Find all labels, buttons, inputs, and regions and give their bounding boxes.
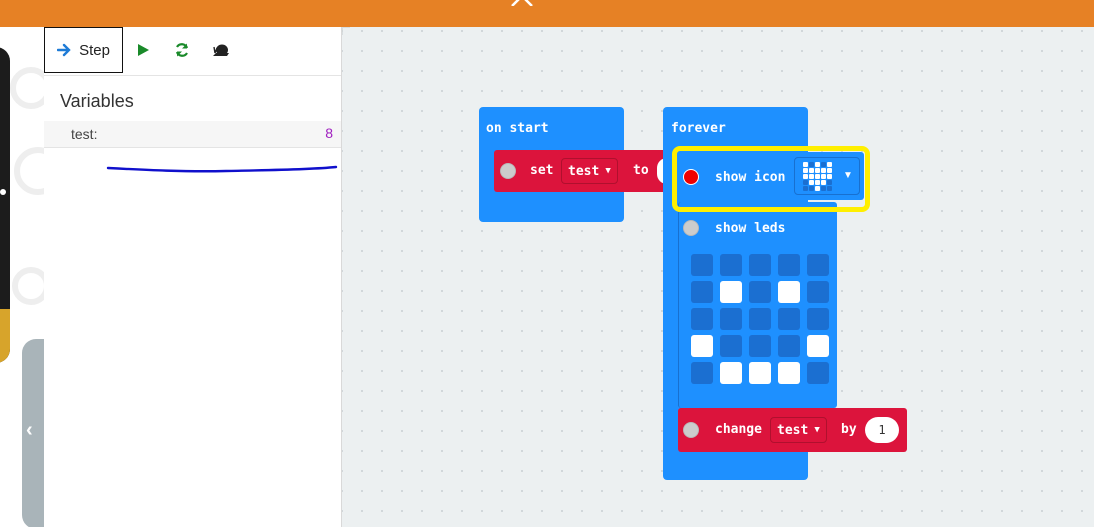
breakpoint-toggle[interactable] <box>683 220 699 236</box>
microbit-edge-connector <box>0 309 10 363</box>
led-cell[interactable] <box>749 308 771 330</box>
icon-dropdown[interactable]: ▼ <box>794 157 860 195</box>
led-cell[interactable] <box>749 362 771 384</box>
step-button[interactable]: Step <box>44 27 123 73</box>
led-cell[interactable] <box>778 335 800 357</box>
snail-icon <box>213 44 229 56</box>
led-cell[interactable] <box>720 254 742 276</box>
show-icon-label: show icon <box>715 170 786 185</box>
led-grid[interactable] <box>691 254 831 386</box>
step-button-label: Step <box>79 41 110 59</box>
set-variable-block[interactable]: set test ▼ to <box>494 150 677 192</box>
led-cell[interactable] <box>691 281 713 303</box>
blocks-workspace[interactable]: on start set test ▼ to forever show icon <box>342 27 1094 527</box>
variables-heading: Variables <box>60 91 134 111</box>
led-cell[interactable] <box>720 362 742 384</box>
breakpoint-toggle[interactable] <box>500 163 516 179</box>
led-cell[interactable] <box>778 362 800 384</box>
set-keyword: set <box>530 163 554 178</box>
led-cell[interactable] <box>807 335 829 357</box>
led-cell[interactable] <box>778 254 800 276</box>
variable-row[interactable]: test: 8 <box>44 121 341 148</box>
led-cell[interactable] <box>749 335 771 357</box>
variable-value: 8 <box>325 125 333 141</box>
slow-mode-button[interactable] <box>210 39 232 61</box>
set-variable-name: test <box>568 163 600 179</box>
change-variable-block[interactable]: change test ▼ by 1 <box>678 408 907 452</box>
chevron-left-icon: ‹ <box>26 419 33 441</box>
collapse-simulator-button[interactable]: ‹ <box>22 339 44 527</box>
forever-label: forever <box>671 121 726 136</box>
led-cell[interactable] <box>807 308 829 330</box>
breakpoint-toggle[interactable] <box>683 169 699 185</box>
restart-button[interactable] <box>171 39 193 61</box>
led-cell[interactable] <box>778 308 800 330</box>
on-start-label: on start <box>486 121 549 136</box>
led-cell[interactable] <box>720 281 742 303</box>
microbit-led <box>0 189 6 195</box>
restart-icon <box>175 43 189 57</box>
change-variable-name: test <box>777 422 809 438</box>
led-cell[interactable] <box>691 308 713 330</box>
debugger-toolbar: Step <box>44 27 341 76</box>
decor-circle <box>14 147 44 195</box>
chevron-down-icon: ▼ <box>605 166 611 176</box>
change-connector: by <box>841 422 857 437</box>
decor-circle <box>10 67 44 109</box>
chevron-down-icon: ▼ <box>843 170 853 181</box>
led-cell[interactable] <box>749 281 771 303</box>
led-cell[interactable] <box>807 254 829 276</box>
decor-circle <box>12 267 44 305</box>
breakpoint-toggle[interactable] <box>683 422 699 438</box>
simulator-panel: ‹ <box>0 27 44 527</box>
pen-annotation-stroke <box>106 165 338 173</box>
show-leds-label: show leds <box>715 221 786 236</box>
debugger-panel: Step Variables test: 8 <box>44 27 342 527</box>
led-cell[interactable] <box>691 362 713 384</box>
play-icon <box>138 44 149 56</box>
change-variable-dropdown[interactable]: test ▼ <box>770 417 827 443</box>
play-button[interactable] <box>132 39 154 61</box>
led-cell[interactable] <box>807 362 829 384</box>
led-cell[interactable] <box>691 254 713 276</box>
variable-name: test: <box>71 126 98 142</box>
show-icon-block[interactable]: show icon ▼ <box>678 152 864 200</box>
heart-icon <box>803 162 832 191</box>
led-cell[interactable] <box>749 254 771 276</box>
chevron-down-icon: ▼ <box>814 425 820 435</box>
arrow-right-icon <box>57 43 71 57</box>
change-amount-input[interactable]: 1 <box>865 417 899 443</box>
app-header <box>0 0 1094 27</box>
set-connector: to <box>633 163 649 178</box>
led-cell[interactable] <box>691 335 713 357</box>
change-keyword: change <box>715 422 762 437</box>
show-leds-block[interactable]: show leds <box>678 214 836 390</box>
led-cell[interactable] <box>807 281 829 303</box>
led-cell[interactable] <box>720 308 742 330</box>
led-cell[interactable] <box>720 335 742 357</box>
makecode-logo-icon <box>511 0 533 6</box>
led-cell[interactable] <box>778 281 800 303</box>
set-variable-dropdown[interactable]: test ▼ <box>561 158 618 184</box>
